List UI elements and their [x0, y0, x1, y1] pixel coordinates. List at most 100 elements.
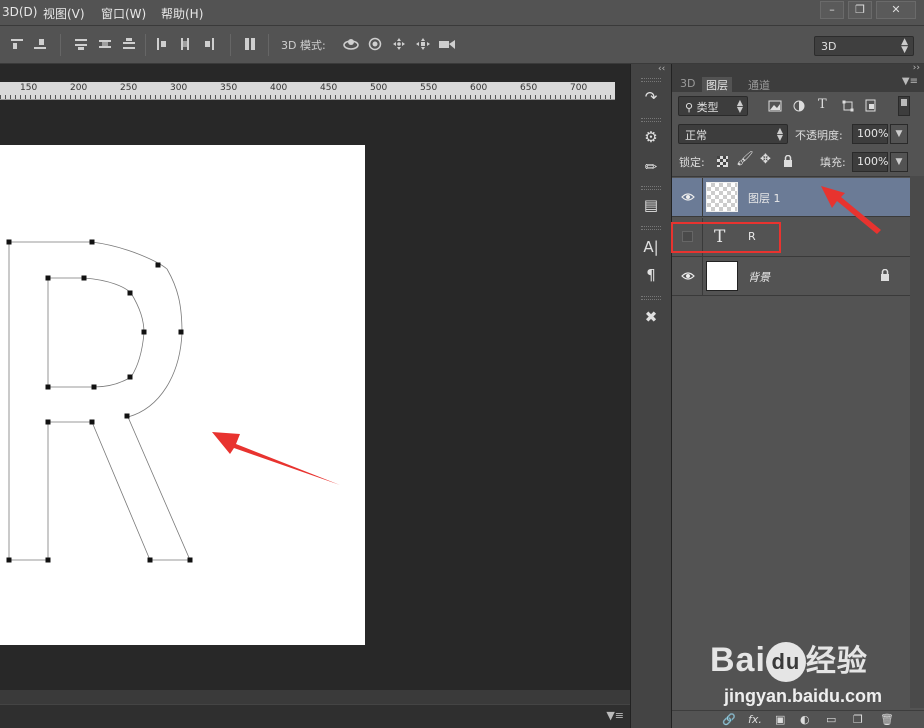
dock-grip[interactable]	[641, 226, 661, 230]
dock-grip[interactable]	[641, 118, 661, 122]
close-button[interactable]: ✕	[876, 1, 916, 19]
fill-label: 填充:	[820, 156, 846, 169]
distribute-top-icon[interactable]	[74, 37, 88, 51]
ruler-tick	[580, 95, 581, 99]
menu-help[interactable]: 帮助(H)	[161, 5, 203, 22]
distribute-vcenter-icon[interactable]	[98, 37, 112, 51]
brush-presets-icon[interactable]: ✏	[639, 156, 663, 178]
visibility-toggle[interactable]	[672, 257, 703, 295]
ruler-label: 350	[220, 83, 238, 93]
ruler-label: 450	[320, 83, 338, 93]
ruler-tick	[115, 95, 116, 99]
ruler-tick	[280, 95, 281, 99]
blend-mode-select[interactable]: 正常 ▲ ▼	[678, 124, 788, 144]
layer-row-background[interactable]: 背景	[672, 257, 910, 296]
ruler-tick	[325, 95, 326, 99]
panel-options-icon[interactable]: ▼≡	[902, 76, 918, 87]
ruler-tick	[85, 95, 86, 99]
ruler-tick	[415, 95, 416, 99]
panel-menu-icon[interactable]: ▼≡	[606, 709, 624, 722]
ruler-tick	[555, 95, 556, 99]
ruler-tick	[535, 95, 536, 99]
ruler-tick	[505, 95, 506, 99]
3d-camera-icon[interactable]	[438, 37, 456, 51]
ruler-tick	[130, 95, 131, 99]
align-top-icon[interactable]	[10, 37, 24, 51]
tab-layers[interactable]: 图层	[702, 77, 732, 92]
ruler-label: 600	[470, 83, 488, 93]
history-icon[interactable]: ↷	[639, 86, 663, 108]
ruler-tick	[260, 95, 261, 99]
tab-channels[interactable]: 通道	[744, 77, 774, 92]
tools-icon[interactable]: ✖	[639, 306, 663, 328]
tab-3d[interactable]: 3D	[676, 77, 699, 92]
dock-grip[interactable]	[641, 78, 661, 82]
horizontal-ruler[interactable]: 150 200 250 300 350 400 450 500 550 600 …	[0, 82, 615, 100]
tool-presets-icon[interactable]: ⚙	[639, 126, 663, 148]
filter-smart-object-icon[interactable]	[865, 99, 877, 112]
ruler-tick	[470, 95, 471, 99]
ruler-tick	[295, 95, 296, 99]
ruler-tick	[310, 95, 311, 99]
3d-orbit-icon[interactable]	[342, 37, 360, 51]
distribute-hcenter-icon[interactable]	[178, 37, 192, 51]
filter-type-icon[interactable]: T	[818, 97, 827, 112]
horizontal-scrollbar[interactable]	[0, 690, 630, 704]
toolbar-separator	[230, 34, 231, 56]
3d-roll-icon[interactable]	[368, 37, 382, 51]
align-bottom-icon[interactable]	[33, 37, 47, 51]
dock-grip[interactable]	[641, 296, 661, 300]
ruler-tick	[300, 95, 301, 99]
ruler-tick	[95, 95, 96, 99]
opacity-dropdown-icon[interactable]: ▼	[890, 124, 908, 144]
ruler-tick	[0, 95, 1, 99]
character-icon[interactable]: A|	[639, 236, 663, 258]
opacity-input[interactable]: 100%	[852, 124, 888, 144]
lock-pixels-icon[interactable]: 🖌	[736, 151, 754, 167]
document-canvas[interactable]	[0, 145, 365, 645]
3d-slide-icon[interactable]	[415, 37, 431, 51]
filter-toggle[interactable]	[898, 96, 910, 116]
distribute-right-icon[interactable]	[202, 37, 216, 51]
ruler-tick	[350, 95, 351, 99]
ruler-tick	[60, 95, 61, 99]
paragraph-icon[interactable]: ¶	[639, 264, 663, 286]
ruler-tick	[180, 95, 181, 99]
layer-filter-select[interactable]: ⚲ 类型 ▲ ▼	[678, 96, 748, 116]
clone-source-icon[interactable]: ▤	[639, 194, 663, 216]
ruler-tick	[400, 95, 401, 99]
visibility-toggle[interactable]	[672, 178, 703, 216]
layer-name[interactable]: 背景	[748, 269, 770, 285]
ruler-tick	[135, 95, 136, 99]
ruler-tick	[320, 95, 321, 99]
ruler-tick	[575, 95, 576, 99]
fill-dropdown-icon[interactable]: ▼	[890, 152, 908, 172]
ruler-tick	[600, 95, 601, 99]
distribute-bottom-icon[interactable]	[122, 37, 136, 51]
collapse-arrows-icon[interactable]: ‹‹	[658, 64, 665, 74]
filter-pixel-icon[interactable]	[768, 100, 782, 112]
filter-shape-icon[interactable]	[842, 100, 854, 112]
expand-arrows-icon[interactable]: ››	[913, 63, 920, 73]
auto-align-icon[interactable]	[243, 37, 257, 51]
3d-pan-icon[interactable]	[392, 37, 406, 51]
filter-adjustment-icon[interactable]	[793, 100, 805, 112]
fill-input[interactable]: 100%	[852, 152, 888, 172]
workspace-select[interactable]: 3D ▲ ▼	[814, 36, 914, 56]
ruler-tick	[100, 95, 101, 99]
distribute-left-icon[interactable]	[155, 37, 169, 51]
menu-view[interactable]: 视图(V)	[43, 5, 85, 22]
ruler-tick	[190, 95, 191, 99]
lock-position-icon[interactable]: ✥	[760, 152, 771, 167]
annotation-arrow-canvas	[212, 432, 340, 485]
menu-window[interactable]: 窗口(W)	[101, 5, 146, 22]
minimize-button[interactable]: –	[820, 1, 844, 19]
lock-transparent-icon[interactable]	[717, 156, 728, 167]
dock-grip[interactable]	[641, 186, 661, 190]
lock-all-icon[interactable]	[783, 155, 793, 167]
ruler-tick	[585, 95, 586, 99]
menu-3d[interactable]: 3D(D)	[2, 5, 37, 19]
restore-button[interactable]: ❐	[848, 1, 872, 19]
layer-name[interactable]: 图层 1	[748, 190, 781, 206]
menu-bar: 3D(D) 视图(V) 窗口(W) 帮助(H) – ❐ ✕	[0, 0, 924, 26]
